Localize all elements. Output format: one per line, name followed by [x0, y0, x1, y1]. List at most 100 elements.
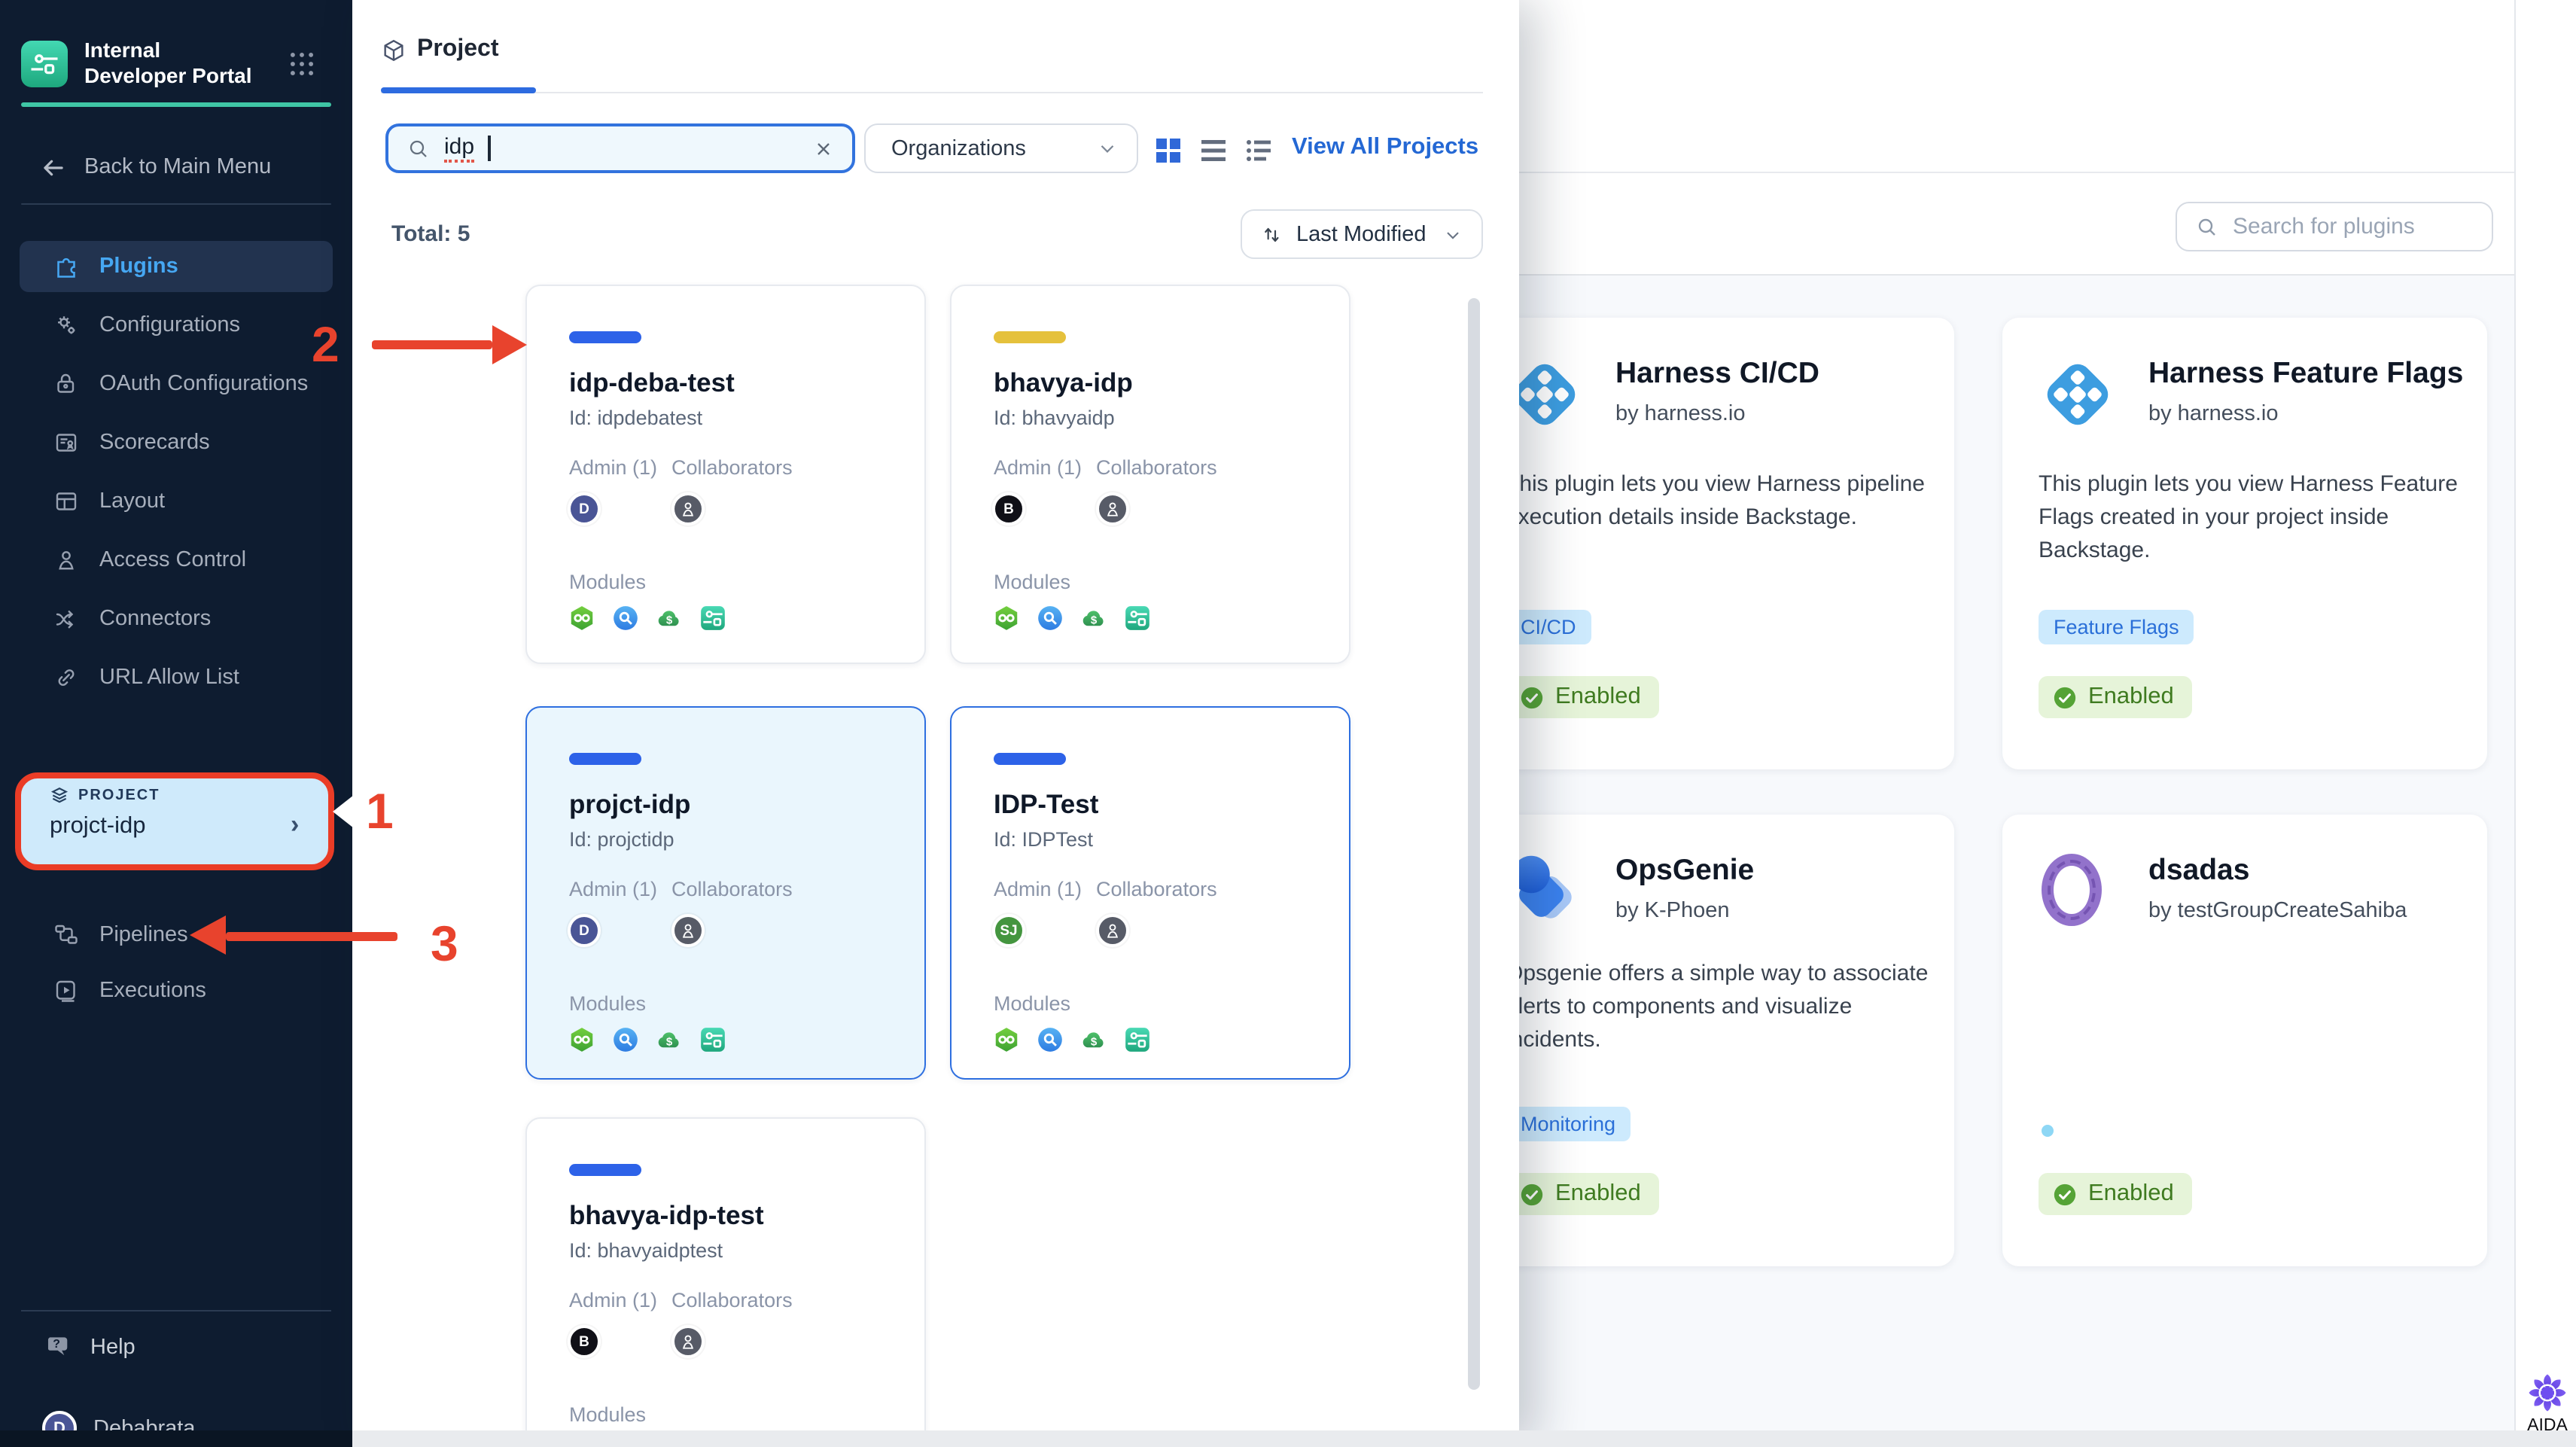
- help-button[interactable]: ? Help: [45, 1333, 135, 1361]
- annotation-arrow-3: [226, 932, 397, 940]
- layout-icon: [56, 492, 77, 510]
- collaborators-label: Collaborators: [671, 878, 793, 900]
- idp-icon: [1125, 606, 1149, 630]
- tab-project[interactable]: Project: [381, 36, 499, 63]
- annotation-number-2: 2: [312, 316, 340, 372]
- svg-text:?: ?: [53, 1338, 60, 1351]
- organizations-dropdown[interactable]: Organizations: [864, 123, 1138, 173]
- sidebar-item-executions[interactable]: Executions: [20, 965, 333, 1016]
- person-icon: [682, 1335, 694, 1349]
- annotation-arrowhead-2: [492, 325, 527, 364]
- divider: [381, 91, 1483, 93]
- divider: [21, 1310, 331, 1311]
- back-to-main-menu[interactable]: Back to Main Menu: [39, 151, 325, 184]
- svg-text:$: $: [1091, 1035, 1098, 1048]
- admin-label: Admin (1): [569, 878, 658, 900]
- project-card-idp-deba-test[interactable]: idp-deba-test Id: idpdebatest Admin (1) …: [525, 285, 926, 664]
- connector-icon: [56, 611, 74, 629]
- project-name: projct-idp: [569, 789, 691, 819]
- devops-icon: [995, 606, 1018, 630]
- admin-avatar: D: [568, 492, 601, 525]
- modules-label: Modules: [994, 571, 1071, 593]
- cloud-costs-icon: $: [1082, 1032, 1104, 1048]
- horizontal-scrollbar[interactable]: [352, 1430, 2576, 1447]
- annotation-number-1: 1: [366, 783, 394, 839]
- project-card-bhavya-idp-test[interactable]: bhavya-idp-test Id: bhavyaidptest Admin …: [525, 1117, 926, 1447]
- card-accent-bar: [569, 331, 641, 343]
- sidebar-item-label: Plugins: [99, 254, 178, 279]
- project-name: bhavya-idp: [994, 367, 1133, 398]
- plugin-search-input[interactable]: Search for plugins: [2176, 202, 2493, 251]
- sidebar-item-label: Configurations: [99, 313, 240, 337]
- collaborator-avatar: [1096, 492, 1129, 525]
- sidebar-item-oauth-configurations[interactable]: OAuth Configurations: [20, 358, 333, 410]
- plugin-card-harness-cicd[interactable]: Harness CI/CD by harness.io This plugin …: [1469, 318, 1954, 769]
- collaborator-avatar: [671, 492, 705, 525]
- sidebar-item-scorecards[interactable]: Scorecards: [20, 417, 333, 468]
- check-circle-icon: [1521, 1183, 1543, 1205]
- right-rail: AIDA: [2514, 0, 2576, 1447]
- project-id: Id: bhavyaidp: [994, 407, 1115, 429]
- aida-widget[interactable]: AIDA: [2525, 1372, 2570, 1435]
- sidebar-item-label: URL Allow List: [99, 666, 239, 690]
- devops-icon: [995, 1028, 1018, 1052]
- admin-avatar: D: [568, 914, 601, 947]
- observability-icon: [1038, 1028, 1062, 1052]
- person-icon: [1107, 502, 1119, 516]
- help-label: Help: [90, 1335, 135, 1359]
- modules-label: Modules: [569, 1403, 647, 1426]
- view-all-projects-link[interactable]: View All Projects: [1292, 134, 1478, 161]
- plugin-name: OpsGenie: [1615, 854, 1755, 887]
- module-icons: $: [568, 604, 727, 632]
- modal-scrollbar[interactable]: [1468, 298, 1480, 1390]
- active-tab-indicator: [381, 87, 536, 93]
- plugin-author: by K-Phoen: [1615, 899, 1730, 923]
- sidebar-item-connectors[interactable]: Connectors: [20, 593, 333, 644]
- executions-icon: [56, 980, 75, 1002]
- organizations-value: Organizations: [891, 136, 1026, 160]
- clear-search-icon[interactable]: [813, 138, 834, 159]
- plugin-card-harness-feature-flags[interactable]: Harness Feature Flags by harness.io This…: [2002, 318, 2487, 769]
- project-card-projct-idp[interactable]: projct-idp Id: projctidp Admin (1) Colla…: [525, 706, 926, 1080]
- sidebar-bottom-edge: [0, 1430, 352, 1447]
- app-grid-icon[interactable]: [288, 50, 316, 78]
- sort-dropdown[interactable]: Last Modified: [1241, 209, 1483, 259]
- search-icon: [410, 139, 427, 157]
- project-id: Id: idpdebatest: [569, 407, 703, 429]
- sidebar-item-access-control[interactable]: Access Control: [20, 535, 333, 586]
- gear-icon: [58, 316, 75, 334]
- svg-text:$: $: [666, 614, 673, 626]
- sidebar-item-configurations[interactable]: Configurations: [20, 300, 333, 351]
- annotation-arrow-2: [372, 340, 492, 349]
- person-icon: [682, 502, 694, 516]
- plugin-card-opsgenie[interactable]: OpsGenie by K-Phoen Opsgenie offers a si…: [1469, 815, 1954, 1266]
- plugin-card-dsadas[interactable]: dsadas by testGroupCreateSahiba Enabled: [2002, 815, 2487, 1266]
- list-view-icon[interactable]: [1198, 136, 1229, 166]
- plugin-description: This plugin lets you view Harness Featur…: [2039, 471, 2458, 563]
- collaborators-label: Collaborators: [671, 1289, 793, 1311]
- project-card-idp-test[interactable]: IDP-Test Id: IDPTest Admin (1) Collabora…: [950, 706, 1350, 1080]
- sidebar-item-url-allow-list[interactable]: URL Allow List: [20, 652, 333, 703]
- scorecard-icon: [56, 434, 77, 452]
- annotation-arrowhead-3: [190, 915, 226, 955]
- sidebar-item-plugins[interactable]: Plugins: [20, 241, 333, 292]
- divider: [1519, 172, 2514, 173]
- back-arrow-icon: [44, 159, 63, 175]
- project-name: IDP-Test: [994, 789, 1099, 819]
- sidebar-item-layout[interactable]: Layout: [20, 476, 333, 527]
- project-search-input[interactable]: idp: [385, 123, 855, 173]
- plugin-name: dsadas: [2148, 854, 2250, 887]
- devops-icon: [571, 1028, 593, 1052]
- annotation-box-1: [15, 772, 334, 870]
- observability-icon: [1038, 606, 1062, 630]
- project-card-bhavya-idp[interactable]: bhavya-idp Id: bhavyaidp Admin (1) Colla…: [950, 285, 1350, 664]
- grid-view-icon[interactable]: [1153, 136, 1183, 166]
- check-circle-icon: [2054, 686, 2076, 708]
- cloud-costs-icon: $: [1082, 611, 1104, 626]
- modules-label: Modules: [569, 992, 647, 1015]
- detail-list-view-icon[interactable]: [1244, 136, 1274, 166]
- check-circle-icon: [1521, 686, 1543, 708]
- collaborators-label: Collaborators: [1096, 878, 1217, 900]
- collaborator-avatar: [671, 1325, 705, 1358]
- card-accent-bar: [994, 753, 1066, 765]
